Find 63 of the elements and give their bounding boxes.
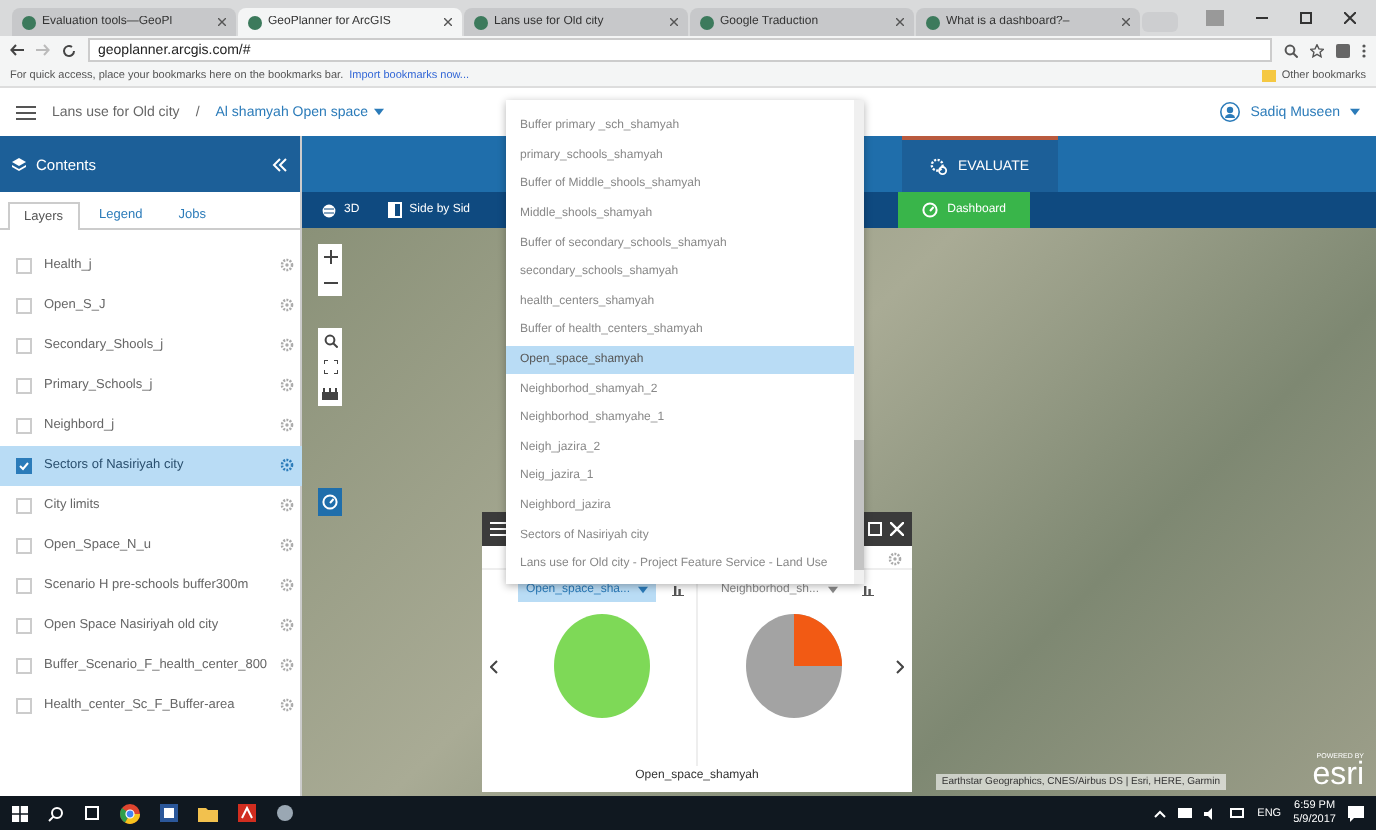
minimize-icon[interactable] bbox=[1256, 16, 1268, 20]
favicon-icon bbox=[22, 15, 36, 29]
search-button[interactable] bbox=[318, 328, 342, 354]
maximize-icon[interactable] bbox=[1300, 12, 1312, 24]
layer-checkbox[interactable] bbox=[16, 458, 32, 474]
layer-checkbox[interactable] bbox=[16, 258, 32, 274]
battery-icon[interactable] bbox=[1229, 808, 1246, 818]
split-view-icon bbox=[387, 202, 402, 218]
favicon-icon bbox=[248, 15, 262, 29]
dashboard-tool-button[interactable] bbox=[318, 488, 342, 516]
favicon-icon bbox=[474, 15, 488, 29]
folder-icon bbox=[1261, 69, 1276, 81]
folder-icon[interactable] bbox=[198, 805, 218, 821]
layer-settings-icon[interactable] bbox=[279, 458, 294, 472]
scrollbar[interactable] bbox=[854, 100, 864, 584]
layer-checkbox[interactable] bbox=[16, 418, 32, 434]
avatar-icon bbox=[1220, 102, 1241, 122]
zoom-icon[interactable] bbox=[1284, 43, 1298, 57]
close-icon[interactable] bbox=[1344, 12, 1356, 24]
minus-icon bbox=[323, 282, 337, 284]
ruler-icon bbox=[322, 387, 338, 399]
caret-icon bbox=[374, 108, 385, 116]
pdf-icon[interactable] bbox=[238, 804, 256, 822]
layer-checkbox[interactable] bbox=[16, 338, 32, 354]
layer-checkbox[interactable] bbox=[16, 498, 32, 514]
gears-icon bbox=[930, 157, 948, 175]
chevron-up-icon[interactable] bbox=[1153, 809, 1166, 817]
speaker-icon[interactable] bbox=[1203, 807, 1218, 819]
layer-checkbox[interactable] bbox=[16, 538, 32, 554]
layer-checkbox[interactable] bbox=[16, 378, 32, 394]
layers-icon bbox=[12, 157, 26, 171]
search-icon[interactable] bbox=[48, 805, 64, 821]
collapse-icon[interactable] bbox=[272, 157, 288, 171]
reload-icon[interactable] bbox=[62, 43, 76, 57]
caret-icon bbox=[1350, 108, 1360, 116]
chevron-left-icon bbox=[490, 660, 498, 674]
layer-checkbox[interactable] bbox=[16, 698, 32, 714]
search-icon bbox=[323, 334, 337, 348]
notification-icon[interactable] bbox=[1348, 805, 1364, 821]
zoom-in-button[interactable] bbox=[318, 244, 342, 270]
pie-chart bbox=[553, 614, 649, 718]
browser-icon[interactable] bbox=[120, 803, 140, 823]
document-icon[interactable] bbox=[160, 804, 178, 822]
star-icon[interactable] bbox=[1310, 43, 1324, 57]
bar-chart-icon[interactable] bbox=[672, 584, 685, 596]
favicon-icon bbox=[700, 15, 714, 29]
layer-checkbox[interactable] bbox=[16, 578, 32, 594]
close-icon[interactable] bbox=[444, 18, 452, 26]
favicon-icon bbox=[926, 15, 940, 29]
gauge-icon bbox=[921, 202, 938, 218]
chevron-right-icon bbox=[896, 660, 904, 674]
bar-chart-icon[interactable] bbox=[861, 584, 874, 596]
layer-checkbox[interactable] bbox=[16, 618, 32, 634]
menu-icon[interactable] bbox=[16, 105, 36, 119]
task-view-icon[interactable] bbox=[84, 806, 100, 820]
windows-icon[interactable] bbox=[12, 805, 28, 821]
layer-checkbox[interactable] bbox=[16, 298, 32, 314]
fullscreen-icon bbox=[323, 360, 337, 374]
pie-chart bbox=[745, 614, 841, 718]
plus-icon bbox=[323, 250, 337, 264]
back-icon[interactable] bbox=[10, 44, 24, 56]
layer-checkbox[interactable] bbox=[16, 658, 32, 674]
gauge-icon bbox=[322, 494, 338, 510]
